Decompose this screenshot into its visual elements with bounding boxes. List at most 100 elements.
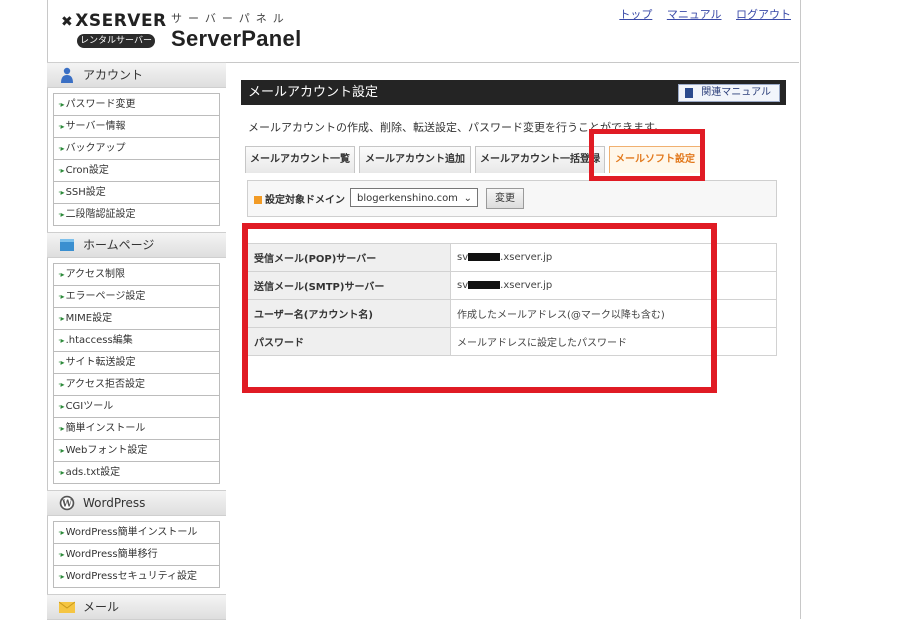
sidebar-item-mime[interactable]: ·▸MIME設定 — [54, 308, 219, 330]
sidebar-item-access-deny[interactable]: ·▸アクセス拒否設定 — [54, 374, 219, 396]
related-manual-label: 関連マニュアル — [701, 87, 771, 98]
sidebar-item-label: SSH設定 — [65, 187, 106, 198]
arrow-icon: ·▸ — [58, 528, 65, 537]
top-links: トップ マニュアル ログアウト — [608, 6, 791, 22]
highlight-box-tab — [589, 129, 705, 181]
sidebar-item-wp-security[interactable]: ·▸WordPressセキュリティ設定 — [54, 566, 219, 587]
arrow-icon: ·▸ — [58, 210, 65, 219]
sidebar-item-label: アクセス拒否設定 — [65, 379, 146, 390]
arrow-icon: ·▸ — [58, 358, 65, 367]
logo-mark-icon: ✖ — [61, 14, 74, 30]
page-title: メールアカウント設定 — [248, 85, 379, 100]
sidebar-item-label: サイト転送設定 — [65, 357, 136, 368]
logout-link[interactable]: ログアウト — [736, 8, 791, 21]
sidebar-item-label: バックアップ — [65, 143, 126, 154]
sidebar-item-label: WordPress簡単インストール — [65, 527, 198, 538]
sidebar-item-label: CGIツール — [65, 401, 114, 412]
arrow-icon: ·▸ — [58, 380, 65, 389]
arrow-icon: ·▸ — [58, 166, 65, 175]
sidebar-item-label: サーバー情報 — [65, 121, 126, 132]
tab-account-list[interactable]: メールアカウント一覧 — [245, 146, 355, 173]
tab-account-add[interactable]: メールアカウント追加 — [359, 146, 471, 173]
arrow-icon: ·▸ — [58, 314, 65, 323]
sidebar-item-label: 簡単インストール — [65, 423, 146, 434]
manual-link[interactable]: マニュアル — [667, 8, 722, 21]
domain-select[interactable]: blogerkenshino.com ⌄ — [350, 188, 478, 207]
domain-selector-box: 設定対象ドメイン blogerkenshino.com ⌄ 変更 — [247, 180, 777, 217]
domain-label: 設定対象ドメイン — [254, 191, 345, 206]
sidebar: アカウント ·▸パスワード変更 ·▸サーバー情報 ·▸バックアップ ·▸Cron… — [47, 62, 226, 620]
book-icon — [685, 88, 694, 98]
arrow-icon: ·▸ — [58, 572, 65, 581]
arrow-icon: ·▸ — [58, 424, 65, 433]
square-bullet-icon — [254, 196, 262, 204]
sidebar-item-label: ads.txt設定 — [65, 467, 121, 478]
arrow-icon: ·▸ — [58, 292, 65, 301]
sidebar-section-title: メール — [83, 600, 120, 614]
sidebar-item-label: WordPressセキュリティ設定 — [65, 571, 197, 582]
sidebar-item-backup[interactable]: ·▸バックアップ — [54, 138, 219, 160]
sidebar-item-label: エラーページ設定 — [65, 291, 146, 302]
sidebar-item-htaccess[interactable]: ·▸.htaccess編集 — [54, 330, 219, 352]
sidebar-list-account: ·▸パスワード変更 ·▸サーバー情報 ·▸バックアップ ·▸Cron設定 ·▸S… — [53, 93, 220, 226]
sidebar-section-wordpress: W WordPress — [47, 490, 226, 516]
sidebar-item-2fa[interactable]: ·▸二段階認証設定 — [54, 204, 219, 225]
sidebar-item-label: 二段階認証設定 — [65, 209, 136, 220]
svg-text:W: W — [61, 500, 73, 510]
sidebar-item-error-page[interactable]: ·▸エラーページ設定 — [54, 286, 219, 308]
sidebar-list-homepage: ·▸アクセス制限 ·▸エラーページ設定 ·▸MIME設定 ·▸.htaccess… — [53, 263, 220, 484]
chevron-down-icon: ⌄ — [463, 193, 472, 204]
header: ✖ XSERVER レンタルサーバー サーバーパネル ServerPanel トッ… — [47, 0, 799, 63]
sidebar-item-webfont[interactable]: ·▸Webフォント設定 — [54, 440, 219, 462]
logo-sub: レンタルサーバー — [77, 34, 155, 48]
sidebar-list-wordpress: ·▸WordPress簡単インストール ·▸WordPress簡単移行 ·▸Wo… — [53, 521, 220, 588]
sidebar-section-account: アカウント — [47, 62, 226, 88]
arrow-icon: ·▸ — [58, 446, 65, 455]
panel-kana: サーバーパネル — [171, 12, 290, 25]
sidebar-item-label: MIME設定 — [65, 313, 113, 324]
panel-title: ServerPanel — [171, 26, 302, 51]
sidebar-item-label: Cron設定 — [65, 165, 109, 176]
sidebar-section-title: アカウント — [83, 68, 144, 82]
sidebar-item-cron[interactable]: ·▸Cron設定 — [54, 160, 219, 182]
sidebar-section-homepage: ホームページ — [47, 232, 226, 258]
change-button[interactable]: 変更 — [486, 188, 524, 209]
sidebar-item-password-change[interactable]: ·▸パスワード変更 — [54, 94, 219, 116]
sidebar-section-title: WordPress — [83, 496, 146, 510]
arrow-icon: ·▸ — [58, 468, 65, 477]
related-manual-button[interactable]: 関連マニュアル — [678, 84, 780, 102]
xserver-logo[interactable]: ✖ XSERVER レンタルサーバー — [61, 11, 166, 51]
mail-icon — [59, 601, 75, 613]
wordpress-icon: W — [59, 495, 75, 511]
arrow-icon: ·▸ — [58, 122, 65, 131]
sidebar-item-cgi[interactable]: ·▸CGIツール — [54, 396, 219, 418]
arrow-icon: ·▸ — [58, 188, 65, 197]
tab-account-bulk[interactable]: メールアカウント一括登録 — [475, 146, 605, 173]
top-link[interactable]: トップ — [619, 8, 652, 21]
serverpanel-logo: サーバーパネル ServerPanel — [171, 10, 302, 52]
main-panel: メールアカウント設定 関連マニュアル メールアカウントの作成、削除、転送設定、パ… — [241, 80, 786, 356]
sidebar-item-easy-install[interactable]: ·▸簡単インストール — [54, 418, 219, 440]
domain-select-value: blogerkenshino.com — [357, 193, 458, 204]
sidebar-item-wp-migrate[interactable]: ·▸WordPress簡単移行 — [54, 544, 219, 566]
sidebar-item-label: WordPress簡単移行 — [65, 549, 158, 560]
arrow-icon: ·▸ — [58, 100, 65, 109]
logo-brand: ✖ XSERVER — [61, 11, 167, 31]
domain-label-text: 設定対象ドメイン — [265, 195, 345, 206]
arrow-icon: ·▸ — [58, 402, 65, 411]
sidebar-item-server-info[interactable]: ·▸サーバー情報 — [54, 116, 219, 138]
person-icon — [61, 67, 73, 83]
sidebar-item-wp-install[interactable]: ·▸WordPress簡単インストール — [54, 522, 219, 544]
sidebar-item-site-transfer[interactable]: ·▸サイト転送設定 — [54, 352, 219, 374]
sidebar-item-label: Webフォント設定 — [65, 445, 148, 456]
sidebar-item-label: アクセス制限 — [65, 269, 126, 280]
arrow-icon: ·▸ — [58, 144, 65, 153]
sidebar-item-ads-txt[interactable]: ·▸ads.txt設定 — [54, 462, 219, 483]
sidebar-item-ssh[interactable]: ·▸SSH設定 — [54, 182, 219, 204]
page-description: メールアカウントの作成、削除、転送設定、パスワード変更を行うことができます。 — [248, 121, 665, 134]
arrow-icon: ·▸ — [58, 270, 65, 279]
sidebar-item-access-restriction[interactable]: ·▸アクセス制限 — [54, 264, 219, 286]
folder-icon — [60, 239, 74, 251]
logo-brand-text: XSERVER — [75, 11, 167, 31]
sidebar-item-label: パスワード変更 — [65, 99, 136, 110]
